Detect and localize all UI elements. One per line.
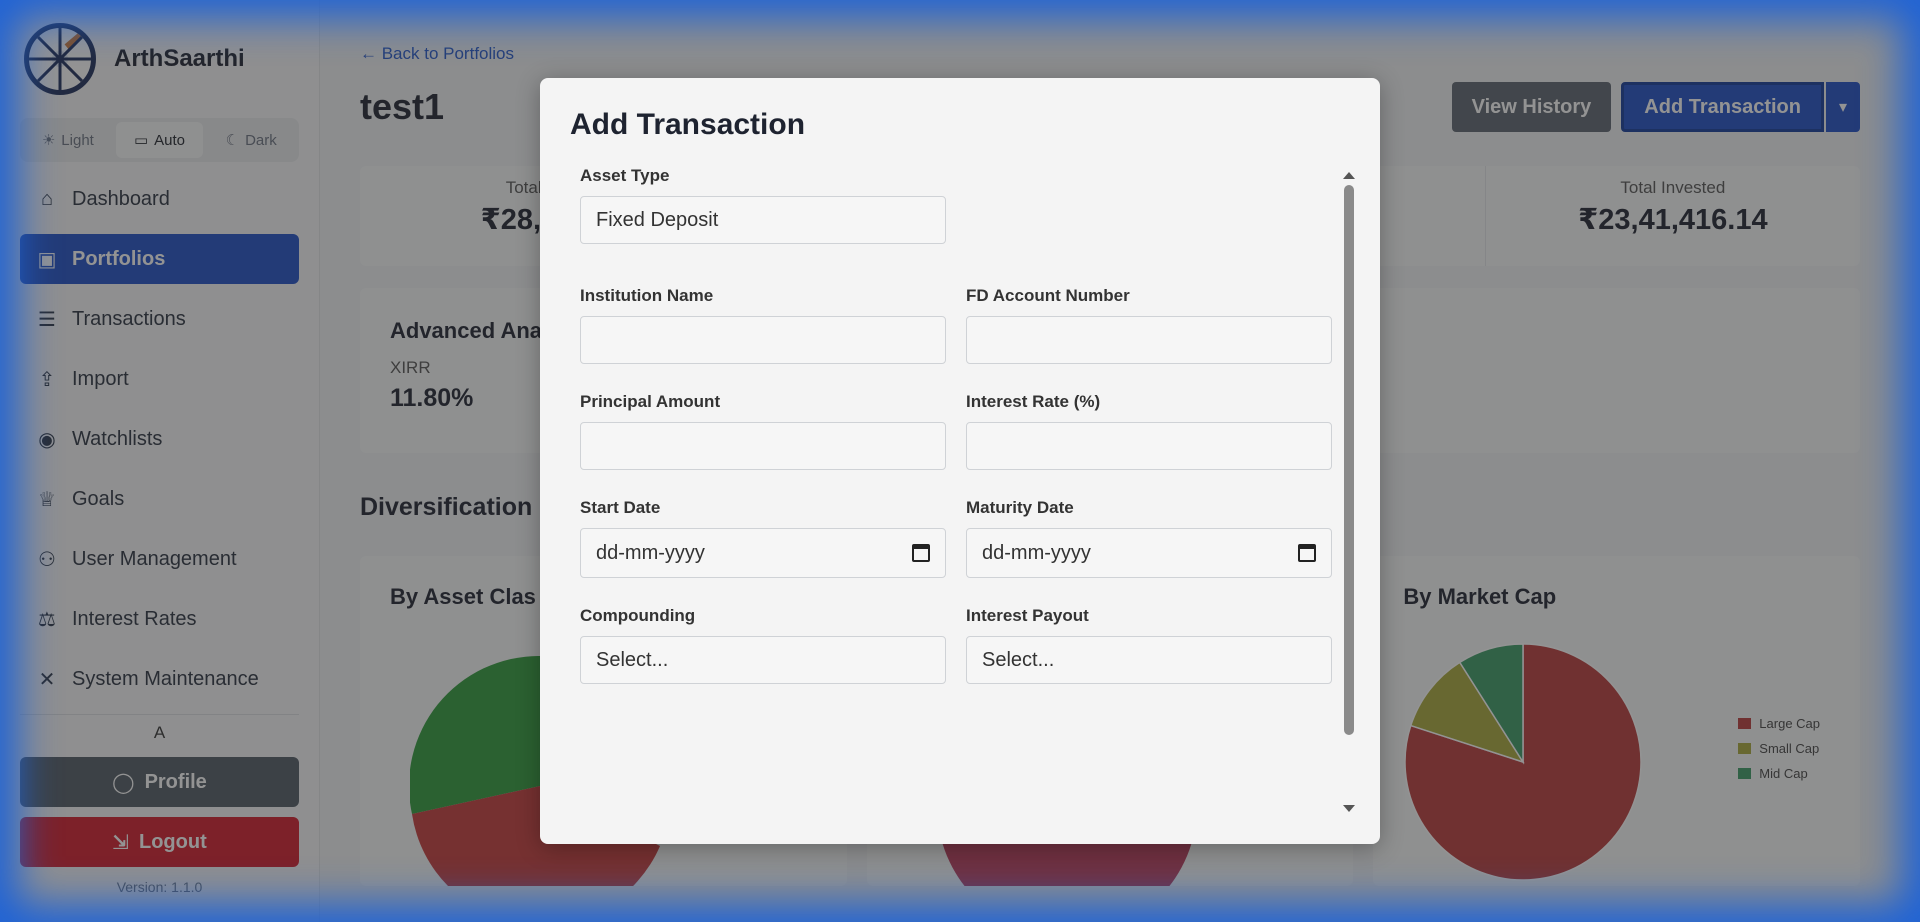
maturity-date-group: Maturity Date dd-mm-yyyy <box>966 498 1332 578</box>
scroll-up-icon[interactable] <box>1343 172 1355 179</box>
compounding-select[interactable]: Select... <box>580 636 946 684</box>
institution-label: Institution Name <box>580 286 714 305</box>
payout-group: Interest Payout Select... <box>966 606 1332 684</box>
modal-title: Add Transaction <box>570 108 806 141</box>
account-number-input[interactable] <box>966 316 1332 364</box>
start-date-input[interactable]: dd-mm-yyyy <box>580 528 946 578</box>
institution-input[interactable] <box>580 316 946 364</box>
asset-type-label: Asset Type <box>580 166 670 185</box>
compounding-group: Compounding Select... <box>580 606 946 684</box>
rate-label: Interest Rate (%) <box>966 392 1101 411</box>
account-group: FD Account Number <box>966 286 1332 364</box>
principal-label: Principal Amount <box>580 392 721 411</box>
form-row: Principal Amount Interest Rate (%) <box>580 392 1346 470</box>
scroll-down-icon[interactable] <box>1343 805 1355 812</box>
modal-scrollbar[interactable] <box>1342 172 1356 812</box>
maturity-date-placeholder: dd-mm-yyyy <box>982 541 1091 564</box>
interest-payout-select[interactable]: Select... <box>966 636 1332 684</box>
scroll-thumb[interactable] <box>1344 185 1354 735</box>
calendar-icon[interactable] <box>1298 544 1316 562</box>
payout-label: Interest Payout <box>966 606 1089 625</box>
start-date-label: Start Date <box>580 498 661 517</box>
form-row: Institution Name FD Account Number <box>580 286 1346 364</box>
maturity-date-input[interactable]: dd-mm-yyyy <box>966 528 1332 578</box>
institution-group: Institution Name <box>580 286 946 364</box>
rate-group: Interest Rate (%) <box>966 392 1332 470</box>
modal-body: Asset Type Fixed Deposit Institution Nam… <box>580 166 1346 806</box>
form-row: Start Date dd-mm-yyyy Maturity Date dd-m… <box>580 498 1346 578</box>
calendar-icon[interactable] <box>912 544 930 562</box>
interest-rate-input[interactable] <box>966 422 1332 470</box>
add-transaction-modal: Add Transaction Asset Type Fixed Deposit… <box>540 78 1380 844</box>
compounding-label: Compounding <box>580 606 696 625</box>
asset-type-field[interactable]: Fixed Deposit <box>580 196 946 244</box>
start-date-placeholder: dd-mm-yyyy <box>596 541 705 564</box>
start-date-group: Start Date dd-mm-yyyy <box>580 498 946 578</box>
asset-type-group: Asset Type Fixed Deposit <box>580 166 946 244</box>
principal-group: Principal Amount <box>580 392 946 470</box>
account-label: FD Account Number <box>966 286 1130 305</box>
principal-input[interactable] <box>580 422 946 470</box>
maturity-date-label: Maturity Date <box>966 498 1074 517</box>
form-row: Compounding Select... Interest Payout Se… <box>580 606 1346 684</box>
